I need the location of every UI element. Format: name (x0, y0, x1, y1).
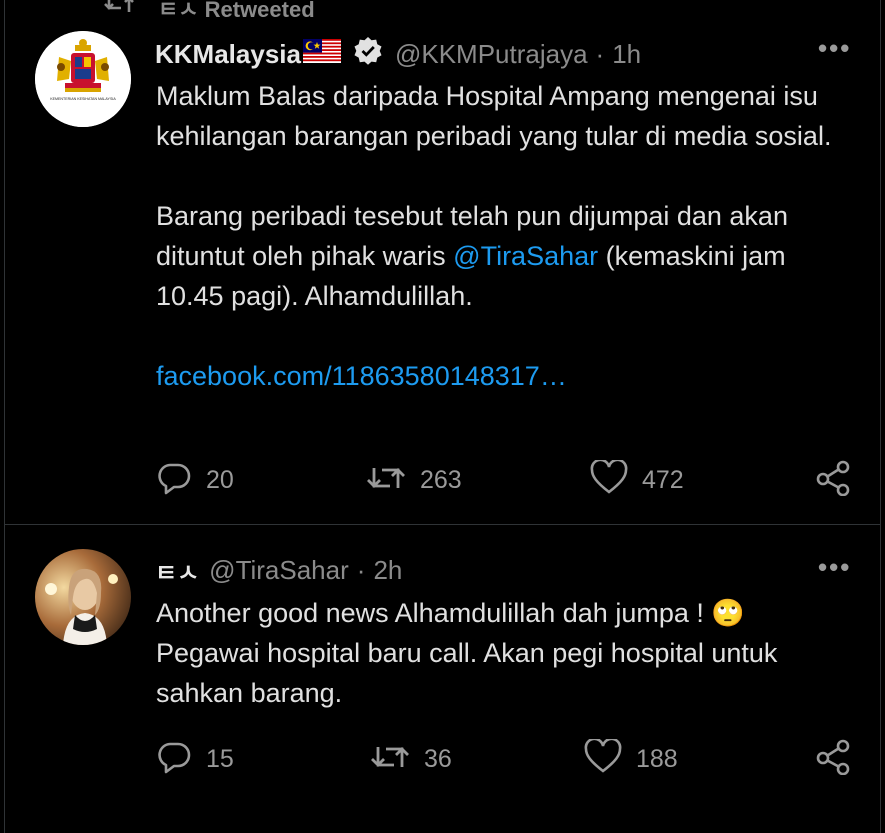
tweet1-paragraph-2: Barang peribadi tesebut telah pun dijump… (156, 201, 788, 311)
reply-button[interactable]: 20 (156, 460, 234, 501)
like-button[interactable]: 472 (590, 458, 684, 501)
reply-button[interactable]: 15 (156, 739, 234, 780)
tweet2-text: Another good news Alhamdulillah dah jump… (156, 598, 778, 708)
tweet2-header: ㅌㅅ @TiraSahar · 2h (155, 553, 402, 588)
mention-link[interactable]: @TiraSahar (453, 241, 598, 271)
retweet-count: 263 (420, 466, 462, 494)
display-name[interactable]: ㅌㅅ (155, 553, 199, 588)
heart-icon (584, 737, 622, 780)
tweet1-header: KKMalaysia @KKMPutrajaya · 1h (155, 36, 641, 73)
like-count: 188 (636, 745, 678, 773)
timestamp[interactable]: 1h (612, 39, 641, 70)
timestamp[interactable]: 2h (373, 555, 402, 586)
tweet1-text: Maklum Balas daripada Hospital Ampang me… (156, 76, 856, 396)
like-button[interactable]: 188 (584, 737, 678, 780)
share-button[interactable] (814, 460, 852, 501)
verified-badge-icon (353, 36, 383, 73)
share-icon (814, 739, 852, 780)
handle[interactable]: @TiraSahar (209, 555, 349, 586)
tweet-tirasahar[interactable]: ㅌㅅ @TiraSahar · 2h ••• Another good news… (0, 525, 885, 833)
retweet-button[interactable]: 36 (370, 739, 452, 780)
retweet-icon (366, 460, 406, 501)
reply-count: 20 (206, 466, 234, 494)
retweet-button[interactable]: 263 (366, 460, 462, 501)
share-icon (814, 460, 852, 501)
separator: · (595, 39, 605, 69)
more-options-icon[interactable]: ••• (818, 33, 851, 64)
avatar-kkm[interactable]: KEMENTERIAN KESIHATAN MALAYSIA (35, 31, 131, 127)
reply-count: 15 (206, 745, 234, 773)
svg-text:KEMENTERIAN KESIHATAN MALAYSIA: KEMENTERIAN KESIHATAN MALAYSIA (50, 97, 116, 101)
like-count: 472 (642, 466, 684, 494)
retweet-count: 36 (424, 745, 452, 773)
tweet1-paragraph-1: Maklum Balas daripada Hospital Ampang me… (156, 81, 832, 151)
avatar-tirasahar[interactable] (35, 549, 131, 645)
tweet2-actions: 15 36 188 (156, 737, 856, 780)
retweet-icon (370, 739, 410, 780)
reply-icon (156, 460, 192, 501)
profile-photo-icon (35, 549, 131, 645)
share-button[interactable] (814, 739, 852, 780)
display-name[interactable]: KKMalaysia (155, 39, 301, 70)
kkm-crest-icon: KEMENTERIAN KESIHATAN MALAYSIA (35, 31, 131, 127)
tweet-kkmalaysia[interactable]: KEMENTERIAN KESIHATAN MALAYSIA KKMalaysi… (0, 0, 885, 524)
separator: · (356, 555, 366, 585)
tweet1-actions: 20 263 472 (156, 458, 856, 501)
facebook-link[interactable]: facebook.com/11863580148317… (156, 356, 856, 396)
malaysia-flag-icon (302, 39, 341, 70)
reply-icon (156, 739, 192, 780)
handle[interactable]: @KKMPutrajaya (395, 39, 588, 70)
heart-icon (590, 458, 628, 501)
more-options-icon[interactable]: ••• (818, 552, 851, 583)
